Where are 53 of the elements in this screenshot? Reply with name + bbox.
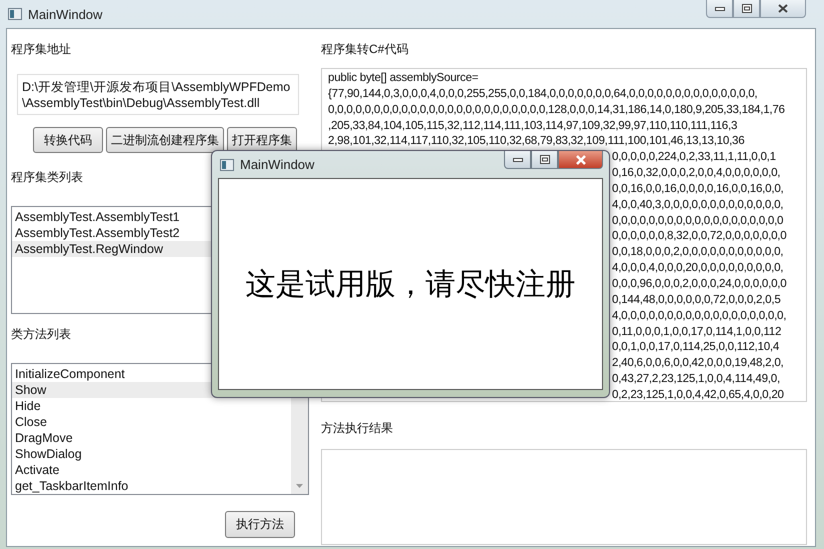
code-line: 4,0,0,40,3,0,0,0,0,0,0,0,0,0,0,0,0,0, [612,198,784,211]
maximize-icon [742,4,752,13]
field-label: 方法执行结果 [321,420,394,437]
minimize-button[interactable] [504,151,531,169]
list-label: 程序集类列表 [11,169,84,186]
window-icon [8,8,22,20]
code-line: public byte[] assemblySource= [328,70,480,86]
action-button[interactable]: 二进制流创建程序集 [106,127,224,153]
close-icon [574,154,586,164]
minimize-icon [512,158,522,162]
close-button[interactable] [558,151,603,169]
path-field[interactable]: D:\开发管理\开源发布项目\AssemblyWPFDemo \AssemblyTest\bin\Debug\AssemblyTest.dll [17,74,299,115]
maximize-button[interactable] [733,0,760,18]
list-item[interactable]: get_TaskbarItemInfo [12,478,291,494]
code-line: 0,144,48,0,0,0,0,0,0,72,0,0,0,2,0,5 [612,292,781,306]
code-line: 0,0,0,0,0,0,0,0,0,0,0,0,0,0,0,0,0,0,0,0,0,0,0,0,128,0,0,0,14,31,186,14,0,180,9,205,33,184,1,76 [328,102,786,118]
code-line: 0,11,0,0,0,1,0,0,17,0,114,1,0,0,112 [612,324,782,338]
code-line: 4,0,0,0,4,0,0,0,20,0,0,0,0,0,0,0,0,0, [612,261,784,274]
list-item[interactable]: Close [12,414,291,430]
code-line: 0,43,27,2,23,125,1,0,0,4,114,49,0, [612,372,780,386]
maximize-button[interactable] [531,151,558,169]
code-line: 0,16,0,32,0,0,0,2,0,0,4,0,0,0,0,0,0, [612,166,780,180]
code-line: 0,0,0,0,0,0,0,0,0,0,0,0,0,0,0,0,0,0,0 [612,214,784,227]
list-label: 类方法列表 [11,326,72,343]
action-button[interactable]: 转换代码 [33,127,103,153]
code-line: {77,90,144,0,3,0,0,0,4,0,0,0,255,255,0,0,184,0,0,0,0,0,0,0,64,0,0,0,0,0,0,0,0,0,0,0,0,0,0, [328,86,758,102]
code-line: 0,0,16,0,0,16,0,0,0,0,16,0,0,16,0,0, [612,182,784,195]
close-button[interactable] [760,0,806,18]
window-title: MainWindow [28,6,102,22]
code-line: 2,40,6,0,0,6,0,0,42,0,0,0,19,48,2,0, [612,356,784,370]
code-line: 4,0,0,0,0,0,0,0,0,0,0,0,0,0,0,0,0,0,0, [612,308,786,322]
list-item[interactable]: DragMove [12,430,291,446]
code-line: 2,98,101,32,114,117,110,32,105,110,32,68,79,83,32,109,111,100,101,46,13,13,10,36 [328,133,746,150]
window-title: MainWindow [240,157,314,172]
code-line: 0,0,0,96,0,0,0,2,0,0,0,24,0,0,0,0,0,0 [612,276,786,290]
code-line: 0,0,0,0,0,0,8,32,0,0,72,0,0,0,0,0,0,0 [612,229,786,242]
list-item[interactable]: Activate [12,462,291,478]
list-item[interactable]: ShowDialog [12,446,291,462]
minimize-button[interactable] [706,0,733,18]
field-label: 程序集转C#代码 [321,41,410,58]
code-line: 0,2,23,125,1,0,0,4,42,0,65,4,0,0,20 [612,388,784,401]
code-line: ,205,33,84,104,105,115,32,112,114,111,103,114,97,109,32,99,97,110,110,111,116,3 [328,118,738,134]
method-list[interactable]: InitializeComponent Show Hide Close DragMove ShowDialog Activate get_TaskbarItemInfo [11,363,309,495]
code-line: 0,0,18,0,0,0,2,0,0,0,0,0,0,0,0,0,0,0, [612,245,784,258]
minimize-icon [714,6,724,10]
close-icon [778,4,788,13]
maximize-icon [540,155,550,164]
run-button[interactable]: 执行方法 [225,511,295,538]
field-label: 程序集地址 [11,41,72,58]
window-icon [220,158,234,170]
list-item[interactable]: Hide [12,398,291,414]
code-line: 0,0,0,0,0,224,0,2,33,11,1,11,0,0,1 [612,150,776,164]
code-line: 0,0,1,0,0,17,0,114,25,0,0,112,10,4 [612,340,780,354]
